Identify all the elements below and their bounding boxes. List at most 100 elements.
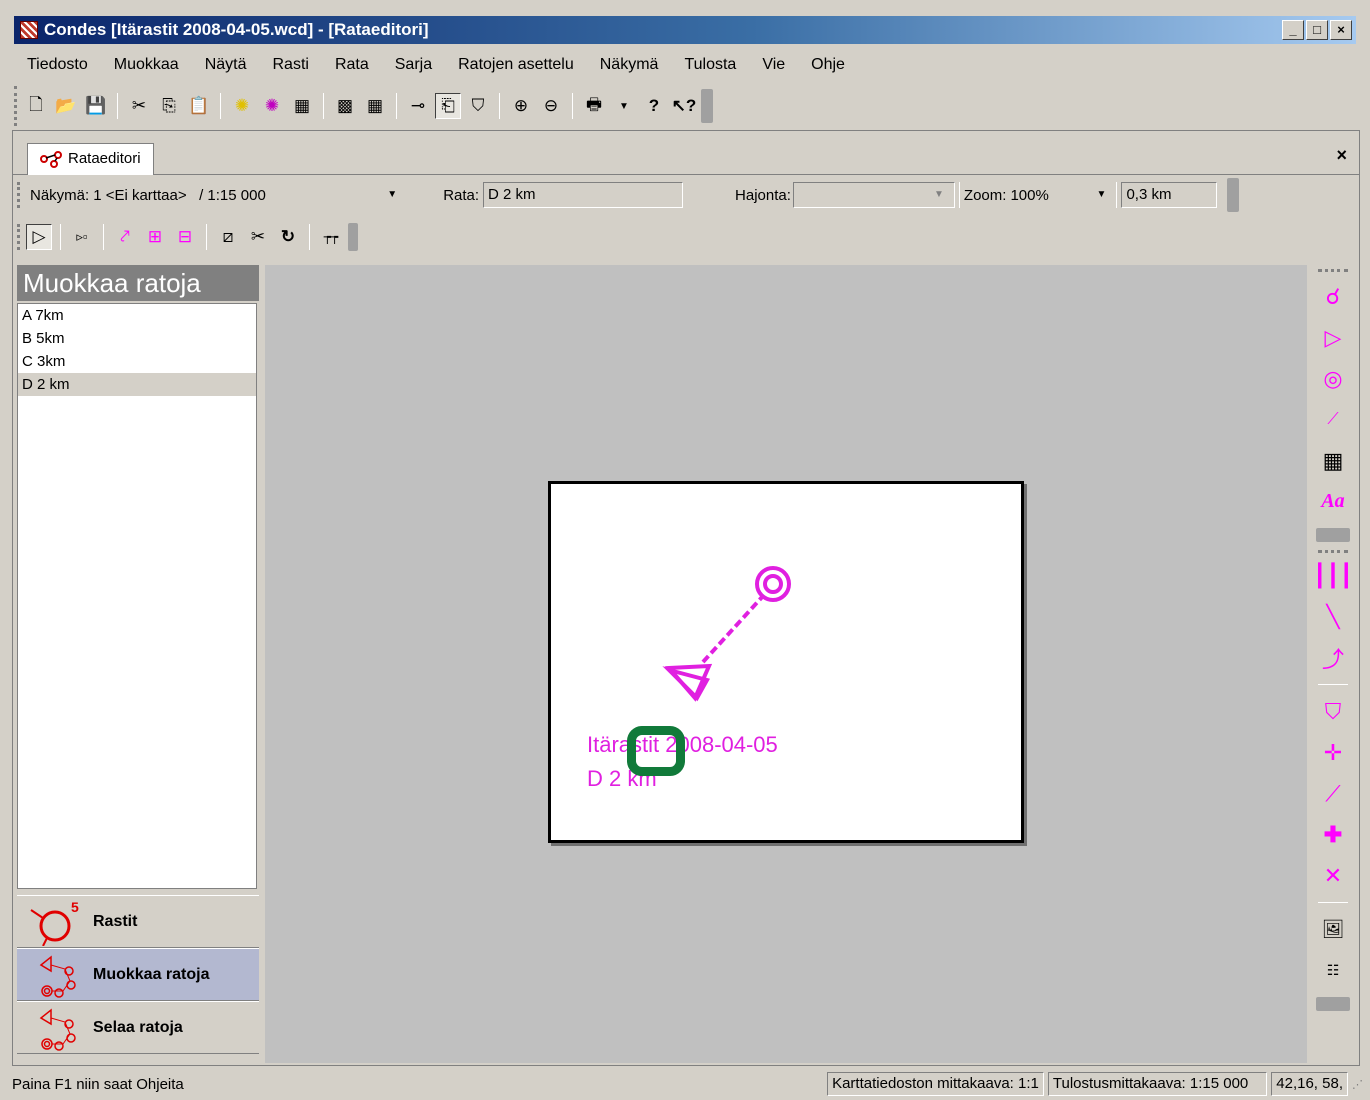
tab-label: Rataeditori	[68, 150, 141, 167]
split-leg-icon[interactable]: ⧄	[215, 224, 241, 250]
start-tool-icon[interactable]: ▷	[1318, 317, 1348, 358]
maximize-button[interactable]: □	[1306, 20, 1328, 40]
insert-control-icon[interactable]: ⊞	[142, 224, 168, 250]
edit-toolbar: ▷ ▹▫ ⤤ ⊞ ⊟ ⧄ ✂ ↻ ┮┮	[17, 217, 358, 257]
save-icon[interactable]: 💾	[83, 93, 109, 119]
nav-browse-courses-button[interactable]: Selaa ratoja	[17, 1001, 259, 1054]
control-remove-icon[interactable]: ✺	[259, 93, 285, 119]
resize-grip-icon[interactable]: ⋰	[1352, 1078, 1370, 1091]
menu-ratojen-asettelu[interactable]: Ratojen asettelu	[445, 56, 587, 74]
menu-tulosta[interactable]: Tulosta	[671, 56, 749, 74]
chevron-down-icon[interactable]: ▼	[1090, 183, 1112, 207]
panel-title: Muokkaa ratoja	[17, 265, 259, 301]
window-title-bar[interactable]: Condes [Itärastit 2008-04-05.wcd] - [Rat…	[14, 16, 1356, 44]
menu-sarja[interactable]: Sarja	[382, 56, 445, 74]
map-page[interactable]: Itärastit 2008-04-05 D 2 km	[548, 481, 1024, 843]
grid-lines-icon[interactable]: ▦	[362, 93, 388, 119]
close-tab-icon[interactable]: ×	[1336, 145, 1347, 166]
zoom-select[interactable]: 100% ▼	[1010, 183, 1112, 207]
cut-icon[interactable]: ✂	[126, 93, 152, 119]
rotate-icon[interactable]: ↻	[275, 224, 301, 250]
finish-tool-icon[interactable]: ◎	[1318, 358, 1348, 399]
menu-vie[interactable]: Vie	[749, 56, 798, 74]
print-icon[interactable]: 🖶	[581, 93, 607, 119]
open-icon[interactable]: 📂	[53, 93, 79, 119]
toolbar-separator	[220, 93, 221, 119]
variation-select[interactable]: ▼	[792, 182, 955, 208]
image-icon[interactable]: 🖼	[1318, 909, 1348, 950]
toolbar-grip	[1318, 550, 1348, 553]
forbidden-route-icon[interactable]: ╲	[1318, 596, 1348, 637]
shield-icon[interactable]: ⛉	[465, 93, 491, 119]
key-icon[interactable]: ⊸	[405, 93, 431, 119]
zoom-out-icon[interactable]: ⊖	[538, 93, 564, 119]
toolbar-overflow[interactable]	[348, 223, 358, 251]
menu-rasti[interactable]: Rasti	[260, 56, 322, 74]
print-dropdown-icon[interactable]: ▼	[611, 93, 637, 119]
select-area-icon[interactable]: ▹▫	[69, 224, 95, 250]
paste-icon[interactable]: 📋	[186, 93, 212, 119]
map-canvas[interactable]: Itärastit 2008-04-05 D 2 km	[265, 265, 1307, 1063]
copy-icon[interactable]: ⎘	[156, 93, 182, 119]
text-tool-icon[interactable]: Aa	[1318, 481, 1348, 522]
course-editor-icon	[40, 151, 62, 168]
zoom-in-icon[interactable]: ⊕	[508, 93, 534, 119]
select-arrow-icon[interactable]: ▷	[26, 224, 52, 250]
out-of-bounds-icon[interactable]: ┃┃┃	[1313, 555, 1353, 596]
list-item[interactable]: D 2 km	[18, 373, 256, 396]
chevron-down-icon[interactable]: ▼	[381, 183, 403, 207]
menu-bar: Tiedosto Muokkaa Näytä Rasti Rata Sarja …	[14, 48, 858, 82]
toolbar-separator	[396, 93, 397, 119]
minimize-button[interactable]: _	[1282, 20, 1304, 40]
new-icon[interactable]: 🗋	[23, 93, 49, 119]
help-icon[interactable]: ?	[641, 93, 667, 119]
menu-nakyma[interactable]: Näkymä	[587, 56, 672, 74]
menu-nayta[interactable]: Näytä	[192, 56, 260, 74]
optional-crossing-icon[interactable]: ✛	[1318, 732, 1348, 773]
menu-ohje[interactable]: Ohje	[798, 56, 858, 74]
view-select[interactable]: 1 <Ei karttaa> / 1:15 000 ▼	[93, 183, 403, 207]
toolbar-overflow[interactable]	[1316, 997, 1350, 1011]
chevron-down-icon[interactable]: ▼	[928, 183, 950, 207]
tab-rataeditori[interactable]: Rataeditori	[27, 143, 154, 175]
view-label: Näkymä:	[30, 186, 90, 204]
menu-muokkaa[interactable]: Muokkaa	[101, 56, 192, 74]
marked-route-icon[interactable]: ⟋	[1318, 773, 1348, 814]
scissors-icon[interactable]: ✂	[245, 224, 271, 250]
page-icon[interactable]: ⎗	[435, 93, 461, 119]
toolbar-separator	[1116, 182, 1118, 208]
table-icon[interactable]: ▦	[289, 93, 315, 119]
toolbar-grip	[17, 182, 20, 208]
list-item[interactable]: C 3km	[18, 350, 256, 373]
status-bar: Paina F1 niin saat Ohjeita Karttatiedost…	[0, 1068, 1370, 1100]
list-item[interactable]: A 7km	[18, 304, 256, 327]
remove-control-icon[interactable]: ⊟	[172, 224, 198, 250]
cross-icon[interactable]: ✕	[1318, 855, 1348, 896]
grid-icon[interactable]: ▩	[332, 93, 358, 119]
menu-tiedosto[interactable]: Tiedosto	[14, 56, 101, 74]
first-aid-icon[interactable]: ✚	[1318, 814, 1348, 855]
toolbar-separator	[323, 93, 324, 119]
toolbar-overflow[interactable]	[1227, 178, 1240, 212]
nav-edit-courses-button[interactable]: Muokkaa ratoja	[17, 948, 259, 1001]
control-add-icon[interactable]: ✺	[229, 93, 255, 119]
crossing-point-icon[interactable]: ⤴	[1318, 637, 1348, 678]
toolbar-separator	[499, 93, 500, 119]
toolbar-separator	[1318, 902, 1348, 903]
ruler-icon[interactable]: ┮┮	[318, 224, 344, 250]
description-table-icon[interactable]: ▦	[1318, 440, 1348, 481]
context-help-icon[interactable]: ↖?	[671, 93, 697, 119]
water-point-icon[interactable]: ⛉	[1318, 691, 1348, 732]
close-button[interactable]: ×	[1330, 20, 1352, 40]
list-item[interactable]: B 5km	[18, 327, 256, 350]
control-tool-icon[interactable]: ☌	[1318, 276, 1348, 317]
menu-rata[interactable]: Rata	[322, 56, 382, 74]
nav-controls-button[interactable]: 5 Rastit	[17, 895, 259, 948]
legend-icon[interactable]: ☷	[1318, 950, 1348, 991]
toolbar-separator	[309, 224, 310, 250]
toolbar-overflow[interactable]	[701, 89, 713, 123]
app-icon	[20, 21, 38, 39]
add-leg-icon[interactable]: ⤤	[112, 224, 138, 250]
route-line-icon[interactable]: ⟋	[1318, 399, 1348, 440]
toolbar-overflow[interactable]	[1316, 528, 1350, 542]
